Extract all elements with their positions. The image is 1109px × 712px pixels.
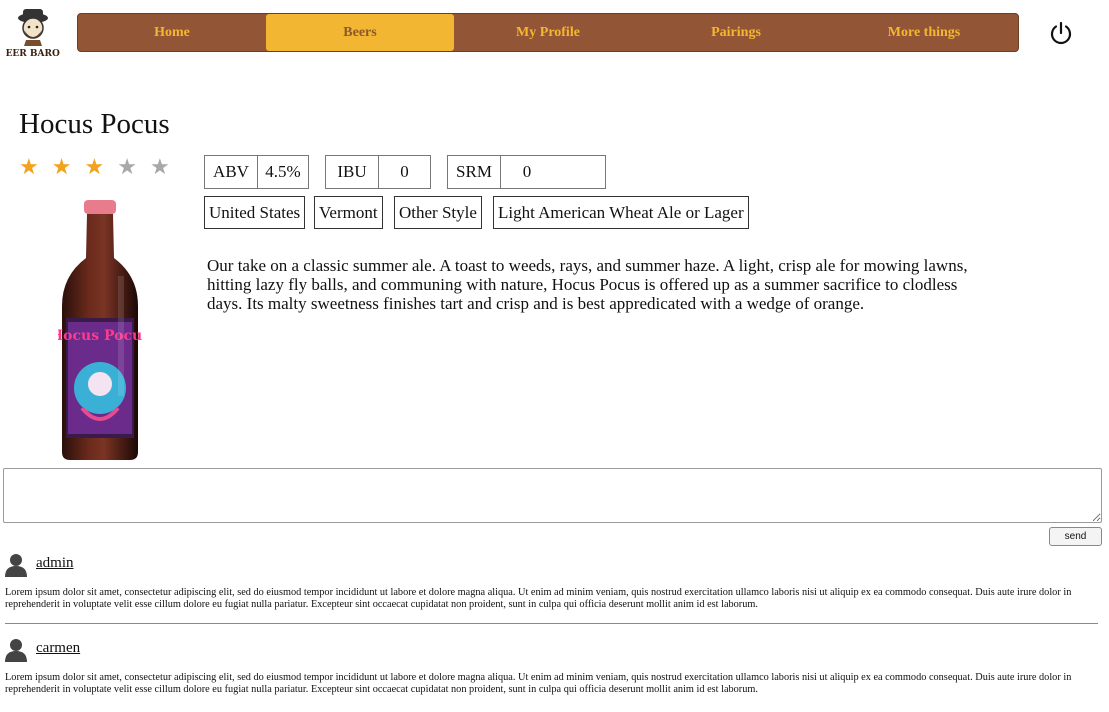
user-icon [5, 554, 27, 577]
star-icon-4[interactable]: ★ [117, 154, 137, 180]
comment-username[interactable]: admin [36, 555, 74, 572]
abv-value: 4.5% [265, 162, 301, 181]
comment-input[interactable] [3, 468, 1102, 523]
power-icon[interactable] [1049, 21, 1073, 45]
ibu-label: IBU [326, 156, 379, 188]
tag-style[interactable]: Other Style [394, 196, 482, 229]
srm-stat: SRM 0 [447, 155, 606, 189]
star-icon-2[interactable]: ★ [52, 154, 72, 180]
rating-stars[interactable]: ★ ★ ★ ★ ★ [19, 154, 170, 180]
nav-pairings[interactable]: Pairings [642, 14, 830, 51]
star-icon-1[interactable]: ★ [19, 154, 39, 180]
svg-text:BEER BARON: BEER BARON [6, 49, 60, 59]
beer-bottle-image: Hocus Pocus [58, 200, 142, 460]
srm-value: 0 [522, 162, 532, 181]
nav-my-profile[interactable]: My Profile [454, 14, 642, 51]
star-icon-5[interactable]: ★ [150, 154, 170, 180]
tag-country[interactable]: United States [204, 196, 306, 229]
abv-label: ABV [205, 156, 258, 188]
beer-name: Hocus Pocus [19, 108, 170, 140]
comment-username[interactable]: carmen [36, 640, 80, 657]
svg-text:Hocus Pocus: Hocus Pocus [58, 328, 142, 344]
abv-stat: ABV 4.5% [204, 155, 309, 189]
beer-baron-logo[interactable]: BEER BARON [6, 4, 60, 60]
comment-text: Lorem ipsum dolor sit amet, consectetur … [5, 672, 1072, 695]
user-icon [5, 639, 27, 662]
main-nav: Home Beers My Profile Pairings More thin… [77, 13, 1019, 52]
star-icon-3[interactable]: ★ [84, 154, 104, 180]
srm-label: SRM [448, 156, 501, 188]
send-button[interactable]: send [1049, 527, 1102, 546]
tag-category[interactable]: Light American Wheat Ale or Lager [493, 196, 749, 229]
ibu-value: 0 [400, 162, 409, 181]
tag-state[interactable]: Vermont [314, 196, 383, 229]
beer-description: Our take on a classic summer ale. A toas… [207, 256, 968, 313]
comment-text: Lorem ipsum dolor sit amet, consectetur … [5, 587, 1072, 610]
comment-divider [5, 623, 1098, 624]
nav-more-things[interactable]: More things [830, 14, 1018, 51]
nav-home[interactable]: Home [78, 14, 266, 51]
ibu-stat: IBU 0 [325, 155, 431, 189]
nav-beers[interactable]: Beers [266, 14, 454, 51]
